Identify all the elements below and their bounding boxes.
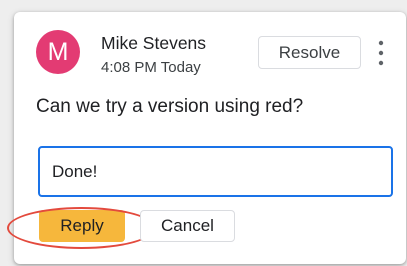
cancel-button[interactable]: Cancel xyxy=(140,210,235,242)
avatar: M xyxy=(36,30,80,74)
more-vertical-icon[interactable] xyxy=(375,38,387,68)
resolve-button[interactable]: Resolve xyxy=(258,36,361,69)
screenshot-stage: M Mike Stevens 4:08 PM Today Resolve Can… xyxy=(0,0,407,266)
reply-input[interactable] xyxy=(38,146,393,197)
comment-timestamp: 4:08 PM Today xyxy=(101,59,201,76)
comment-card: M Mike Stevens 4:08 PM Today Resolve Can… xyxy=(7,12,406,264)
comment-author: Mike Stevens xyxy=(101,33,207,53)
reply-button[interactable]: Reply xyxy=(39,210,125,242)
comment-text: Can we try a version using red? xyxy=(36,96,304,117)
